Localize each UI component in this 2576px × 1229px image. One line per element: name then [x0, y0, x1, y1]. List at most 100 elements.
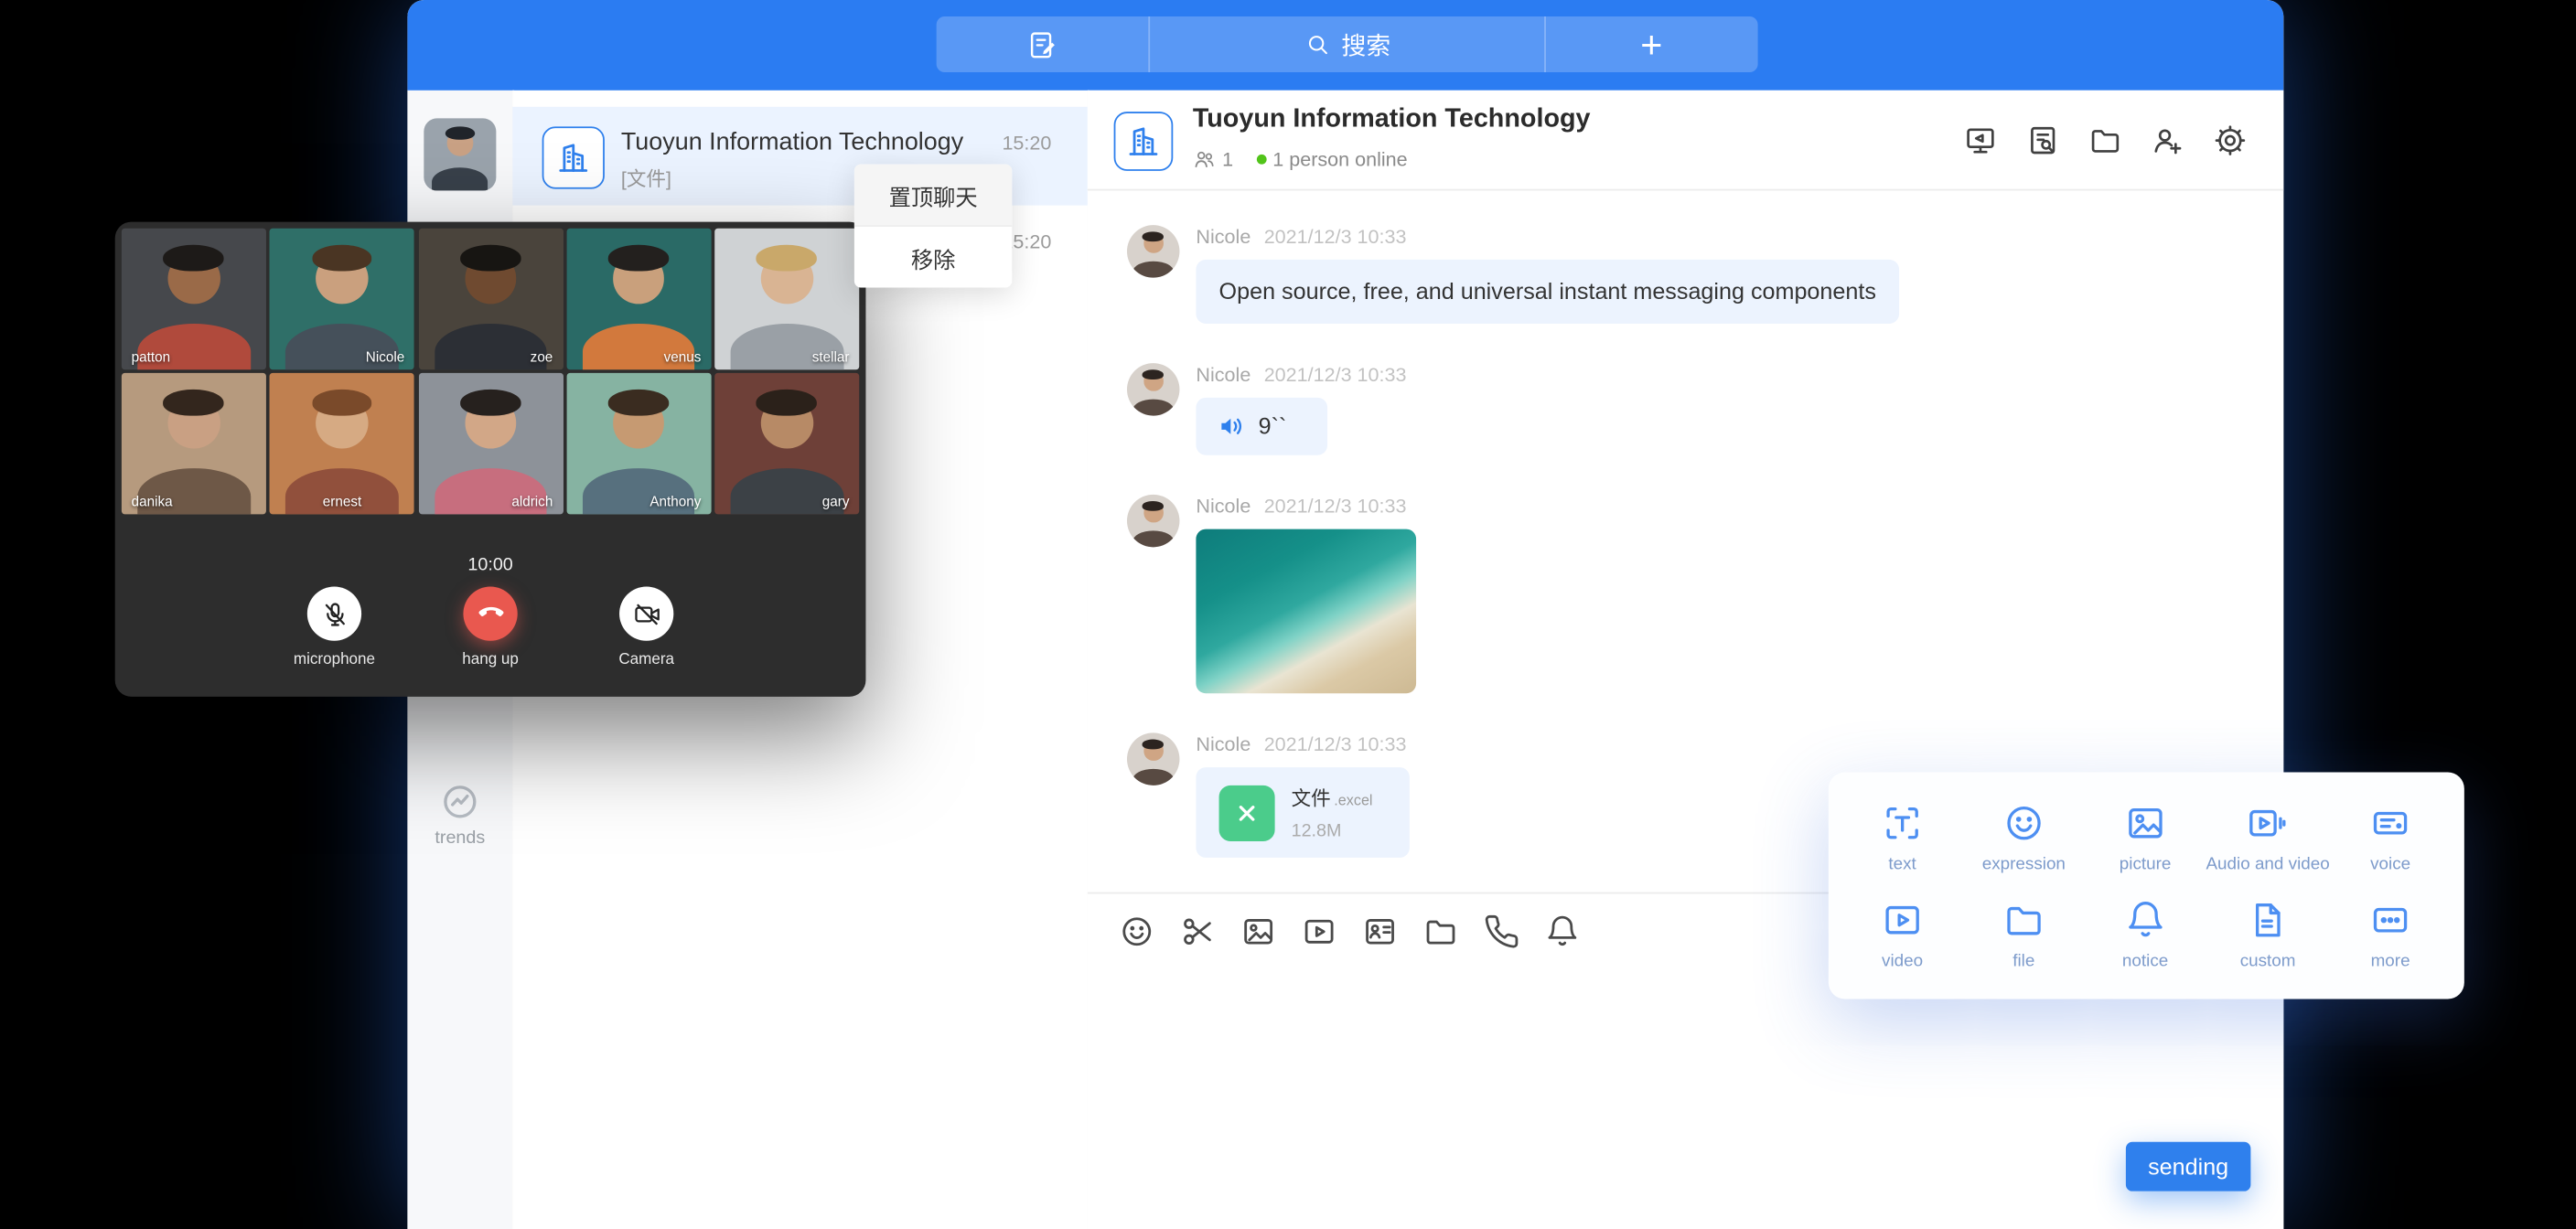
send-button[interactable]: sending: [2126, 1142, 2250, 1192]
participant-video: zoe: [418, 229, 563, 370]
voice-duration: 9``: [1259, 411, 1287, 442]
top-bar: 搜索 +: [407, 0, 2283, 91]
chat-subtitle: 1 1 person online: [1193, 148, 1408, 171]
video-icon[interactable]: [1301, 914, 1337, 950]
control-label: microphone: [294, 651, 375, 669]
call-controls: microphone hang up Camera: [115, 586, 866, 668]
image-attachment[interactable]: [1196, 529, 1416, 694]
scissors-icon[interactable]: [1179, 914, 1216, 950]
sidebar-item-trends[interactable]: trends: [407, 780, 512, 848]
message-time: 2021/12/3 10:33: [1264, 363, 1407, 386]
speaker-icon: [1216, 411, 1247, 442]
sender-name: Nicole: [1196, 363, 1250, 386]
user-avatar[interactable]: [424, 118, 496, 190]
conversation-time: 15:20: [1002, 132, 1051, 155]
picture-icon: [2124, 801, 2167, 844]
panel-item-custom[interactable]: custom: [2206, 885, 2329, 982]
control-label: Camera: [618, 651, 674, 669]
folder-icon[interactable]: [2088, 123, 2123, 158]
control-label: hang up: [462, 651, 519, 669]
microphone-button[interactable]: [307, 586, 361, 640]
panel-item-more[interactable]: more: [2330, 885, 2452, 982]
add-member-icon[interactable]: [2151, 123, 2185, 158]
panel-item-video[interactable]: video: [1841, 885, 1963, 982]
hang-up-button[interactable]: [463, 586, 517, 640]
panel-item-notice[interactable]: notice: [2085, 885, 2206, 982]
picture-icon[interactable]: [1240, 914, 1277, 950]
search-placeholder: 搜索: [1341, 27, 1390, 62]
settings-icon[interactable]: [2213, 123, 2248, 158]
participant-name: gary: [822, 493, 850, 509]
mic-off-icon: [319, 599, 349, 628]
message-voice: Nicole 2021/12/3 10:33 9``: [1127, 363, 2244, 455]
folder-icon[interactable]: [1422, 914, 1459, 950]
text-bubble: Open source, free, and universal instant…: [1196, 260, 1899, 324]
panel-item-label: expression: [1982, 853, 2066, 873]
participant-video: Anthony: [566, 373, 711, 515]
menu-item-remove[interactable]: 移除: [854, 227, 1012, 287]
chat-history-icon[interactable]: [2025, 123, 2060, 158]
online-status: 1 person online: [1272, 148, 1407, 171]
camera-button[interactable]: [619, 586, 673, 640]
more-icon: [2369, 898, 2412, 941]
chat-header-actions: [1963, 123, 2248, 158]
add-button[interactable]: +: [1545, 16, 1758, 72]
panel-item-label: Audio and video: [2206, 853, 2329, 873]
member-count: 1: [1222, 148, 1233, 171]
conversation-title: Tuoyun Information Technology: [621, 128, 963, 156]
text-icon: [1881, 801, 1924, 844]
message-type-panel: text expression picture Audio and video …: [1829, 772, 2464, 999]
participant-name: Nicole: [366, 348, 404, 365]
message-text: Nicole2021/12/3 10:33 Open source, free,…: [1127, 225, 2244, 324]
participant-name: stellar: [812, 348, 850, 365]
sender-avatar[interactable]: [1127, 225, 1179, 277]
voice-bubble[interactable]: 9``: [1196, 398, 1327, 455]
participant-video: gary: [714, 373, 859, 515]
sender-name: Nicole: [1196, 732, 1250, 755]
search-input[interactable]: 搜索: [1149, 16, 1545, 72]
document-icon: [2247, 898, 2290, 941]
panel-item-expression[interactable]: expression: [1963, 788, 2085, 885]
panel-item-label: custom: [2240, 950, 2296, 970]
id-card-icon[interactable]: [1362, 914, 1399, 950]
voice-icon: [2369, 801, 2412, 844]
participant-grid: patton Nicole zoe venus stellar danika e…: [122, 229, 859, 515]
participant-name: zoe: [531, 348, 553, 365]
participant-video: venus: [566, 229, 711, 370]
bell-icon: [2124, 898, 2167, 941]
participant-video: danika: [122, 373, 266, 515]
members-icon: [1193, 148, 1216, 171]
participant-video: aldrich: [418, 373, 563, 515]
panel-item-file[interactable]: file: [1963, 885, 2085, 982]
camera-off-icon: [632, 599, 661, 628]
smiley-icon[interactable]: [1119, 914, 1155, 950]
phone-icon[interactable]: [1484, 914, 1520, 950]
participant-name: Anthony: [649, 493, 701, 509]
panel-item-label: file: [2012, 950, 2034, 970]
sender-avatar[interactable]: [1127, 732, 1179, 785]
folder-icon: [2002, 898, 2045, 941]
conversation-preview: [文件]: [621, 165, 671, 193]
panel-item-picture[interactable]: picture: [2085, 788, 2206, 885]
panel-item-audio-video[interactable]: Audio and video: [2206, 788, 2329, 885]
file-name: 文件: [1292, 787, 1331, 810]
sender-avatar[interactable]: [1127, 495, 1179, 547]
menu-item-pin-chat[interactable]: 置顶聊天: [854, 165, 1012, 227]
group-notice-icon[interactable]: [1963, 123, 1998, 158]
sender-avatar[interactable]: [1127, 363, 1179, 415]
video-icon: [1881, 898, 1924, 941]
compose-button[interactable]: [937, 16, 1150, 72]
trends-icon: [439, 780, 482, 823]
panel-item-text[interactable]: text: [1841, 788, 1963, 885]
message-input[interactable]: [1088, 967, 2283, 1229]
search-bar: 搜索 +: [937, 16, 1758, 72]
file-size: 12.8M: [1292, 821, 1373, 841]
participant-name: danika: [132, 493, 173, 509]
file-attachment[interactable]: 文件.excel 12.8M: [1196, 767, 1409, 858]
panel-item-voice[interactable]: voice: [2330, 788, 2452, 885]
excel-file-icon: [1219, 785, 1275, 840]
file-ext: .excel: [1334, 792, 1372, 808]
panel-item-label: picture: [2120, 853, 2172, 873]
participant-video: ernest: [270, 373, 414, 515]
bell-icon[interactable]: [1544, 914, 1581, 950]
